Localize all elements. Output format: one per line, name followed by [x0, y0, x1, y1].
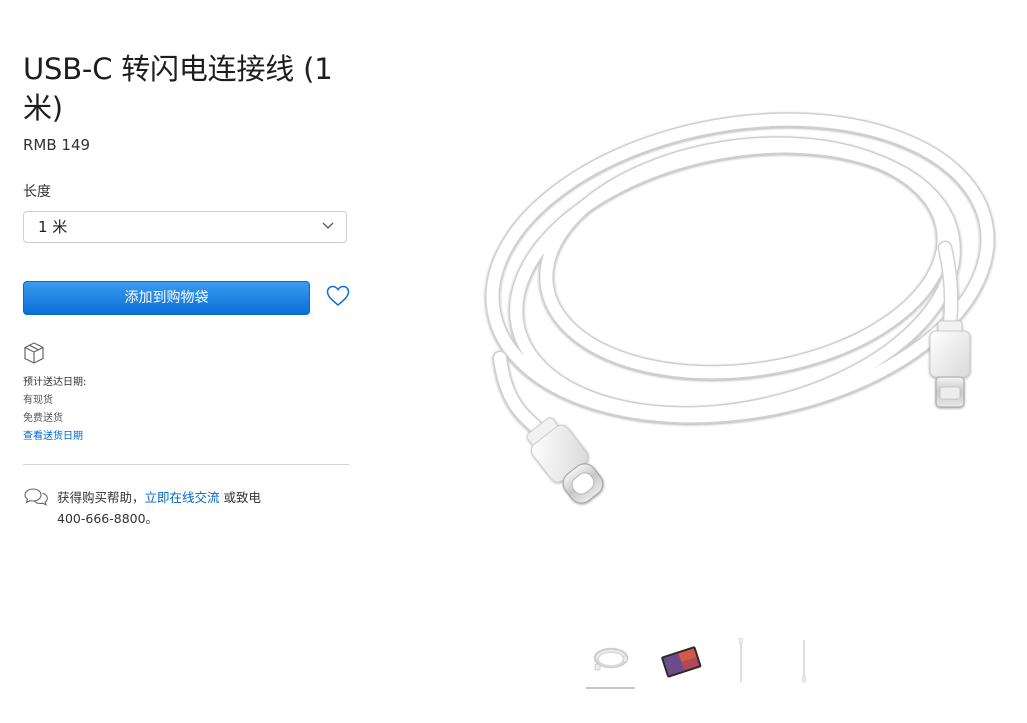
chevron-down-icon: [322, 222, 334, 229]
purchase-help: 获得购买帮助，立即在线交流 或致电 400-666-8800。: [57, 487, 327, 529]
length-select-value: 1 米: [38, 218, 68, 236]
product-price: RMB 149: [23, 136, 91, 154]
chat-now-link[interactable]: 立即在线交流: [145, 490, 220, 505]
help-phone: 400-666-8800。: [57, 511, 159, 526]
stock-status: 有现货: [23, 395, 53, 406]
product-title: USB-C 转闪电连接线 (1 米): [23, 52, 333, 125]
thumbnail-ipad[interactable]: [656, 636, 706, 686]
thumbnail-cable-straight-2[interactable]: [779, 636, 829, 686]
box-icon: [24, 342, 44, 364]
check-delivery-dates-link[interactable]: 查看送货日期: [23, 431, 83, 442]
shipping-info: 免费送货: [23, 413, 63, 424]
delivery-info: 预计送达日期: 有现货 免费送货 查看送货日期: [23, 374, 86, 446]
add-to-bag-button[interactable]: 添加到购物袋: [23, 281, 310, 315]
help-suffix: 或致电: [223, 490, 262, 505]
section-divider: [23, 464, 349, 465]
thumbnail-cable-straight-1[interactable]: [716, 636, 766, 686]
selected-thumbnail-indicator: [586, 687, 635, 689]
length-select[interactable]: 1 米: [23, 211, 347, 243]
chat-bubbles-icon: [24, 488, 48, 506]
help-prefix: 获得购买帮助，: [57, 490, 145, 505]
product-image: [485, 112, 995, 504]
length-label: 长度: [23, 184, 51, 200]
delivery-heading: 预计送达日期:: [23, 377, 87, 388]
thumbnail-cable-coil[interactable]: [586, 636, 636, 686]
heart-icon[interactable]: [326, 285, 350, 307]
